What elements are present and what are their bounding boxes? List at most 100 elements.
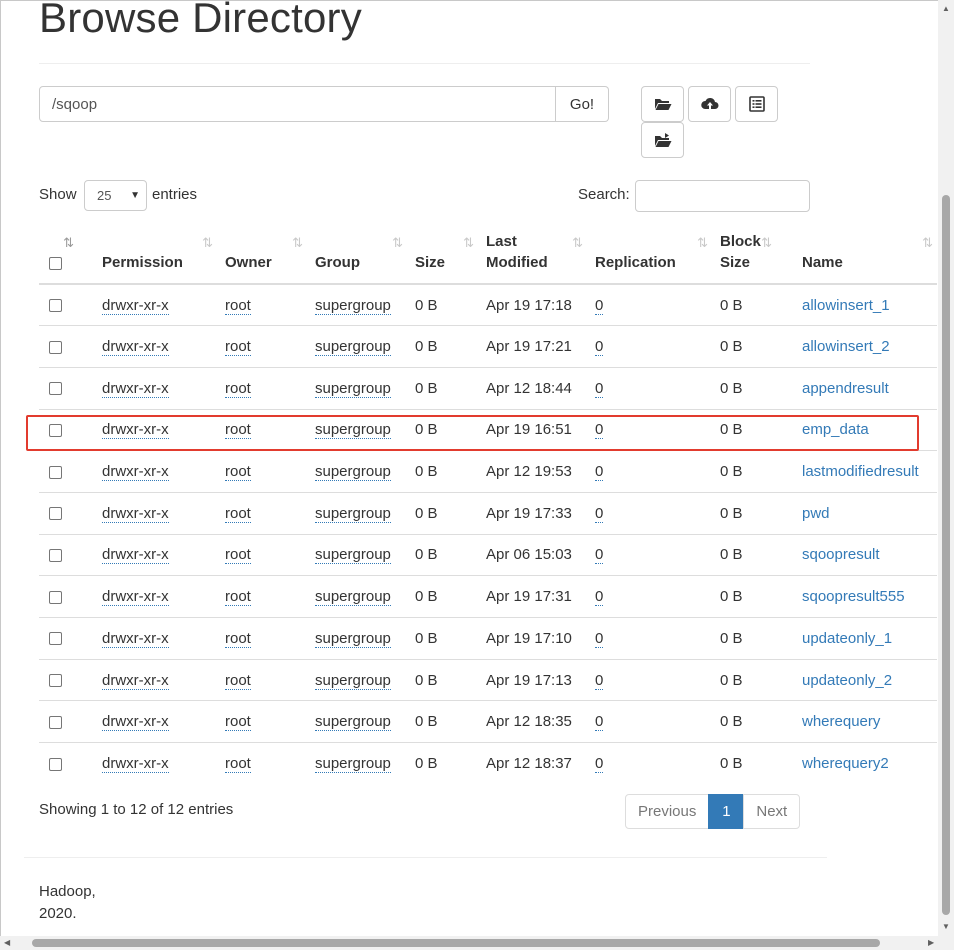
replication-value[interactable]: 0	[595, 379, 604, 398]
permission-value[interactable]: drwxr-xr-x	[102, 504, 169, 523]
table-row[interactable]: drwxr-xr-x root supergroup 0 B Apr 12 18:37 0…	[39, 742, 937, 785]
owner-value[interactable]: root	[225, 546, 251, 565]
permission-value[interactable]: drwxr-xr-x	[102, 629, 169, 648]
scroll-up-arrow-icon[interactable]: ▲	[942, 4, 950, 13]
replication-value[interactable]: 0	[595, 671, 604, 690]
permission-value[interactable]: drwxr-xr-x	[102, 338, 169, 357]
entries-per-page-select[interactable]: 25 ▼	[84, 180, 147, 211]
table-row[interactable]: drwxr-xr-x root supergroup 0 B Apr 19 17:18 0…	[39, 284, 937, 326]
replication-value[interactable]: 0	[595, 713, 604, 732]
permission-value[interactable]: drwxr-xr-x	[102, 379, 169, 398]
group-value[interactable]: supergroup	[315, 629, 391, 648]
table-row[interactable]: drwxr-xr-x root supergroup 0 B Apr 12 19:53 0…	[39, 450, 937, 493]
go-button[interactable]: Go!	[556, 86, 609, 122]
sort-icon[interactable]: ⇅	[392, 232, 403, 253]
file-name-link[interactable]: updateonly_2	[802, 672, 892, 689]
file-name-link[interactable]: allowinsert_1	[802, 297, 890, 314]
previous-page-button[interactable]: Previous	[625, 794, 710, 829]
row-checkbox[interactable]	[49, 507, 62, 521]
group-value[interactable]: supergroup	[315, 671, 391, 690]
sort-icon[interactable]: ⇅	[63, 232, 74, 253]
file-name-link[interactable]: updateonly_1	[802, 630, 892, 647]
file-name-link[interactable]: pwd	[802, 505, 830, 522]
replication-value[interactable]: 0	[595, 588, 604, 607]
group-value[interactable]: supergroup	[315, 755, 391, 774]
replication-value[interactable]: 0	[595, 755, 604, 774]
file-name-link[interactable]: wherequery2	[802, 755, 889, 772]
header-block-size[interactable]: Block Size ⇅	[712, 226, 794, 285]
group-value[interactable]: supergroup	[315, 546, 391, 565]
permission-value[interactable]: drwxr-xr-x	[102, 463, 169, 482]
file-name-link[interactable]: allowinsert_2	[802, 338, 890, 355]
row-checkbox[interactable]	[49, 340, 62, 354]
row-checkbox[interactable]	[49, 382, 62, 396]
table-row[interactable]: drwxr-xr-x root supergroup 0 B Apr 12 18:44 0…	[39, 366, 937, 410]
group-value[interactable]: supergroup	[315, 463, 391, 482]
search-input[interactable]	[635, 180, 810, 212]
group-value[interactable]: supergroup	[315, 338, 391, 357]
permission-value[interactable]: drwxr-xr-x	[102, 671, 169, 690]
file-name-link[interactable]: sqoopresult555	[802, 588, 905, 605]
header-size[interactable]: Size ⇅	[407, 226, 478, 285]
sort-icon[interactable]: ⇅	[463, 232, 474, 253]
header-group[interactable]: Group ⇅	[307, 226, 407, 285]
row-checkbox[interactable]	[49, 632, 62, 646]
header-owner[interactable]: Owner ⇅	[217, 226, 307, 285]
sort-icon[interactable]: ⇅	[922, 232, 933, 253]
owner-value[interactable]: root	[225, 629, 251, 648]
replication-value[interactable]: 0	[595, 504, 604, 523]
permission-value[interactable]: drwxr-xr-x	[102, 588, 169, 607]
row-checkbox[interactable]	[49, 423, 62, 437]
row-checkbox[interactable]	[49, 590, 62, 604]
select-all-checkbox[interactable]	[49, 256, 62, 270]
select-all-header[interactable]: ⇅	[39, 226, 94, 285]
scroll-right-arrow-icon[interactable]: ▶	[928, 938, 934, 947]
row-checkbox[interactable]	[49, 299, 62, 313]
owner-value[interactable]: root	[225, 379, 251, 398]
group-value[interactable]: supergroup	[315, 379, 391, 398]
upload-button[interactable]	[688, 86, 731, 122]
group-value[interactable]: supergroup	[315, 504, 391, 523]
next-page-button[interactable]: Next	[743, 794, 801, 829]
owner-value[interactable]: root	[225, 421, 251, 440]
horizontal-scroll-thumb[interactable]	[32, 939, 880, 947]
permission-value[interactable]: drwxr-xr-x	[102, 713, 169, 732]
sort-icon[interactable]: ⇅	[761, 232, 772, 253]
row-checkbox[interactable]	[49, 674, 62, 688]
file-name-link[interactable]: lastmodifiedresult	[802, 463, 919, 480]
owner-value[interactable]: root	[225, 504, 251, 523]
sort-icon[interactable]: ⇅	[202, 232, 213, 253]
table-row[interactable]: drwxr-xr-x root supergroup 0 B Apr 19 17:33 0…	[39, 491, 937, 535]
permission-value[interactable]: drwxr-xr-x	[102, 546, 169, 565]
owner-value[interactable]: root	[225, 755, 251, 774]
permission-value[interactable]: drwxr-xr-x	[102, 421, 169, 440]
page-1-button[interactable]: 1	[708, 794, 745, 829]
table-row[interactable]: drwxr-xr-x root supergroup 0 B Apr 19 17:21 0…	[39, 325, 937, 368]
table-row[interactable]: drwxr-xr-x root supergroup 0 B Apr 19 17:31 0…	[39, 575, 937, 618]
table-row[interactable]: drwxr-xr-x root supergroup 0 B Apr 19 17:13 0…	[39, 658, 937, 701]
header-replication[interactable]: Replication ⇅	[587, 226, 712, 285]
sort-icon[interactable]: ⇅	[292, 232, 303, 253]
replication-value[interactable]: 0	[595, 421, 604, 440]
directory-path-input[interactable]	[39, 86, 556, 122]
owner-value[interactable]: root	[225, 463, 251, 482]
file-name-link[interactable]: appendresult	[802, 380, 889, 397]
row-checkbox[interactable]	[49, 465, 62, 479]
owner-value[interactable]: root	[225, 671, 251, 690]
replication-value[interactable]: 0	[595, 338, 604, 357]
replication-value[interactable]: 0	[595, 296, 604, 315]
replication-value[interactable]: 0	[595, 463, 604, 482]
table-row[interactable]: drwxr-xr-x root supergroup 0 B Apr 06 15:03 0…	[39, 533, 937, 576]
replication-value[interactable]: 0	[595, 629, 604, 648]
file-name-link[interactable]: wherequery	[802, 713, 880, 730]
header-permission[interactable]: Permission ⇅	[94, 226, 217, 285]
row-checkbox[interactable]	[49, 757, 62, 771]
table-row[interactable]: drwxr-xr-x root supergroup 0 B Apr 19 17:10 0…	[39, 617, 937, 660]
scroll-left-arrow-icon[interactable]: ◀	[4, 938, 10, 947]
sort-icon[interactable]: ⇅	[697, 232, 708, 253]
replication-value[interactable]: 0	[595, 546, 604, 565]
paste-button[interactable]	[641, 122, 684, 158]
sort-icon[interactable]: ⇅	[572, 232, 583, 253]
table-row[interactable]: drwxr-xr-x root supergroup 0 B Apr 19 16:51 0…	[39, 408, 937, 451]
header-name[interactable]: Name ⇅	[794, 226, 937, 285]
